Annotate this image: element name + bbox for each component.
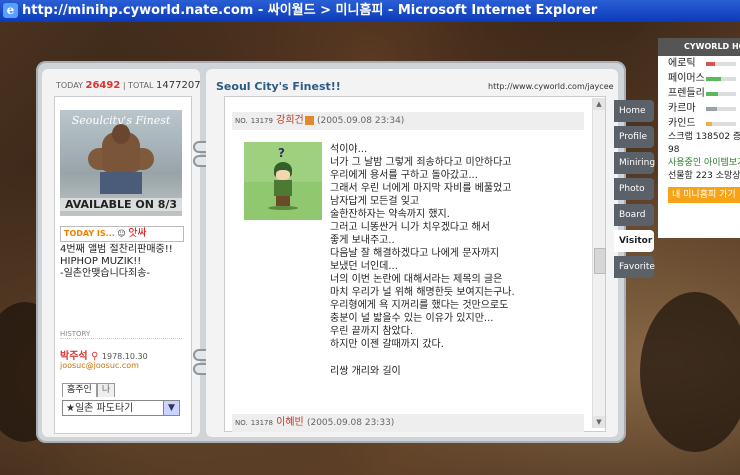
today-label: TODAY bbox=[56, 81, 83, 90]
my-minihompy-button[interactable]: 내 미니홈피 가기 bbox=[668, 187, 740, 203]
post-date: (2005.09.08 23:34) bbox=[316, 116, 405, 126]
scrap-count: 스크랩 138502 증가 bbox=[668, 132, 740, 142]
content-scrollbar[interactable]: ▲ ▼ bbox=[592, 98, 606, 428]
stat-label: 페이머스 bbox=[668, 73, 705, 84]
profile-image[interactable]: Seoulcity's Finest AVAILABLE ON 8/3 bbox=[60, 110, 182, 216]
minimi-shadow bbox=[268, 206, 298, 210]
stat-bar-fill bbox=[706, 92, 718, 96]
tab-home[interactable]: Home bbox=[614, 100, 654, 122]
total-label: TOTAL bbox=[128, 81, 154, 90]
scroll-down-icon[interactable]: ▼ bbox=[593, 416, 605, 428]
owner-info: 박주석 ⚲ 1978.10.30 bbox=[60, 347, 148, 362]
scroll-up-icon[interactable]: ▲ bbox=[593, 98, 605, 110]
next-post-number: 13178 bbox=[250, 419, 273, 427]
history-label: HISTORY bbox=[60, 330, 91, 338]
stat-bar-fill bbox=[706, 77, 721, 81]
stat-bar-fill bbox=[706, 122, 712, 126]
stat-row: 카인드 bbox=[658, 116, 740, 131]
visit-counter: TODAY 26492 | TOTAL 1477207 bbox=[56, 80, 201, 91]
next-post-date: (2005.09.08 23:33) bbox=[306, 418, 395, 428]
tab-visitor[interactable]: Visitor bbox=[614, 230, 654, 252]
internet-explorer-icon: e bbox=[3, 3, 18, 18]
today-count: 26492 bbox=[85, 80, 121, 91]
tab-miniring[interactable]: Miniring bbox=[614, 152, 655, 174]
cyworld-panel-header: CYWORLD HO bbox=[658, 38, 740, 56]
post-header: NO. 13179 강희건 (2005.09.08 23:34) bbox=[232, 112, 584, 130]
gift-box[interactable]: 선물함 223 소망상 bbox=[658, 170, 740, 183]
background-figure bbox=[640, 292, 740, 452]
next-post-header: NO. 13178 이혜빈 (2005.09.08 23:33) bbox=[232, 414, 584, 432]
next-post-author[interactable]: 이혜빈 bbox=[276, 417, 304, 428]
home-icon[interactable] bbox=[304, 115, 314, 125]
stat-bar bbox=[706, 62, 736, 66]
tab-owner[interactable]: 홈주인 bbox=[62, 383, 97, 397]
chevron-down-icon[interactable]: ▼ bbox=[163, 401, 179, 415]
stat-bar-fill bbox=[706, 107, 717, 111]
ilchon-tabs: 홈주인 나 bbox=[62, 382, 116, 397]
poster-jeans bbox=[100, 172, 142, 194]
cyworld-panel: CYWORLD HO 에로틱페이머스프렌들리카르마카인드 스크랩 138502 … bbox=[658, 38, 740, 238]
post-author[interactable]: 강희건 bbox=[276, 115, 304, 126]
site-url[interactable]: http://www.cyworld.com/jaycee bbox=[488, 82, 614, 91]
question-icon: ? bbox=[278, 146, 285, 160]
history-header[interactable]: HISTORY bbox=[60, 330, 182, 339]
stat-bar-fill bbox=[706, 62, 715, 66]
next-post-no-label: NO. bbox=[235, 419, 248, 427]
stat-row: 에로틱 bbox=[658, 56, 740, 71]
tab-profile[interactable]: Profile bbox=[614, 126, 654, 148]
site-title: Seoul City's Finest!! bbox=[216, 80, 341, 93]
total-count: 1477207 bbox=[156, 80, 201, 91]
today-mood: TODAY IS... ☺ 앗싸 bbox=[60, 226, 184, 242]
post-body: 석이야... 너가 그 날밤 그렇게 죄송하다고 미안하다고 우리에게 용서를 … bbox=[330, 144, 515, 350]
post-no-label: NO. bbox=[235, 117, 248, 125]
owner-email[interactable]: joosuc@joosuc.com bbox=[60, 361, 139, 370]
window-title: http://minihp.cyworld.nate.com - 싸이월드 > … bbox=[22, 3, 598, 18]
stat-label: 카인드 bbox=[668, 118, 696, 129]
window-title-bar[interactable]: e http://minihp.cyworld.nate.com - 싸이월드 … bbox=[0, 0, 740, 22]
owner-birthday: 1978.10.30 bbox=[101, 352, 148, 361]
ilchon-surf-select[interactable]: ★일촌 파도타기 ▼ bbox=[62, 400, 180, 416]
stat-bar bbox=[706, 122, 736, 126]
profile-text: 4번째 앨범 절찬리판매중!! HIPHOP MUZIK!! -일촌안맺습니다죄… bbox=[60, 244, 173, 279]
ilchon-surf-value: ★일촌 파도타기 bbox=[66, 403, 134, 414]
scroll-thumb[interactable] bbox=[594, 248, 606, 274]
stat-row: 카르마 bbox=[658, 101, 740, 116]
smile-icon: ☺ bbox=[117, 229, 126, 238]
stat-row: 프렌들리 bbox=[658, 86, 740, 101]
today-mood-value: 앗싸 bbox=[128, 228, 147, 239]
stat-label: 카르마 bbox=[668, 103, 696, 114]
tab-me[interactable]: 나 bbox=[96, 383, 116, 397]
poster-head bbox=[112, 124, 130, 144]
tab-board[interactable]: Board bbox=[614, 204, 654, 226]
stat-bar bbox=[706, 77, 736, 81]
stat-label: 프렌들리 bbox=[668, 88, 705, 99]
author-minimi: ? bbox=[244, 142, 322, 220]
minimi-body bbox=[274, 180, 292, 196]
scrap-number: 98 bbox=[668, 145, 680, 155]
stat-label: 에로틱 bbox=[668, 58, 696, 69]
stat-bar bbox=[706, 92, 736, 96]
tab-favorite[interactable]: Favorite bbox=[614, 256, 655, 278]
using-items-link[interactable]: 사용중인 아이템보기 bbox=[658, 157, 740, 170]
poster-caption: AVAILABLE ON 8/3 bbox=[60, 198, 182, 211]
post-signature: 리쌍 개리와 길이 bbox=[330, 366, 401, 377]
minimi-legs bbox=[276, 196, 290, 206]
stat-bar bbox=[706, 107, 736, 111]
tab-photo[interactable]: Photo bbox=[614, 178, 654, 200]
today-is-label: TODAY IS... bbox=[64, 229, 115, 238]
post-number: 13179 bbox=[250, 117, 273, 125]
stat-row: 페이머스 bbox=[658, 71, 740, 86]
minimi-face bbox=[276, 170, 290, 180]
